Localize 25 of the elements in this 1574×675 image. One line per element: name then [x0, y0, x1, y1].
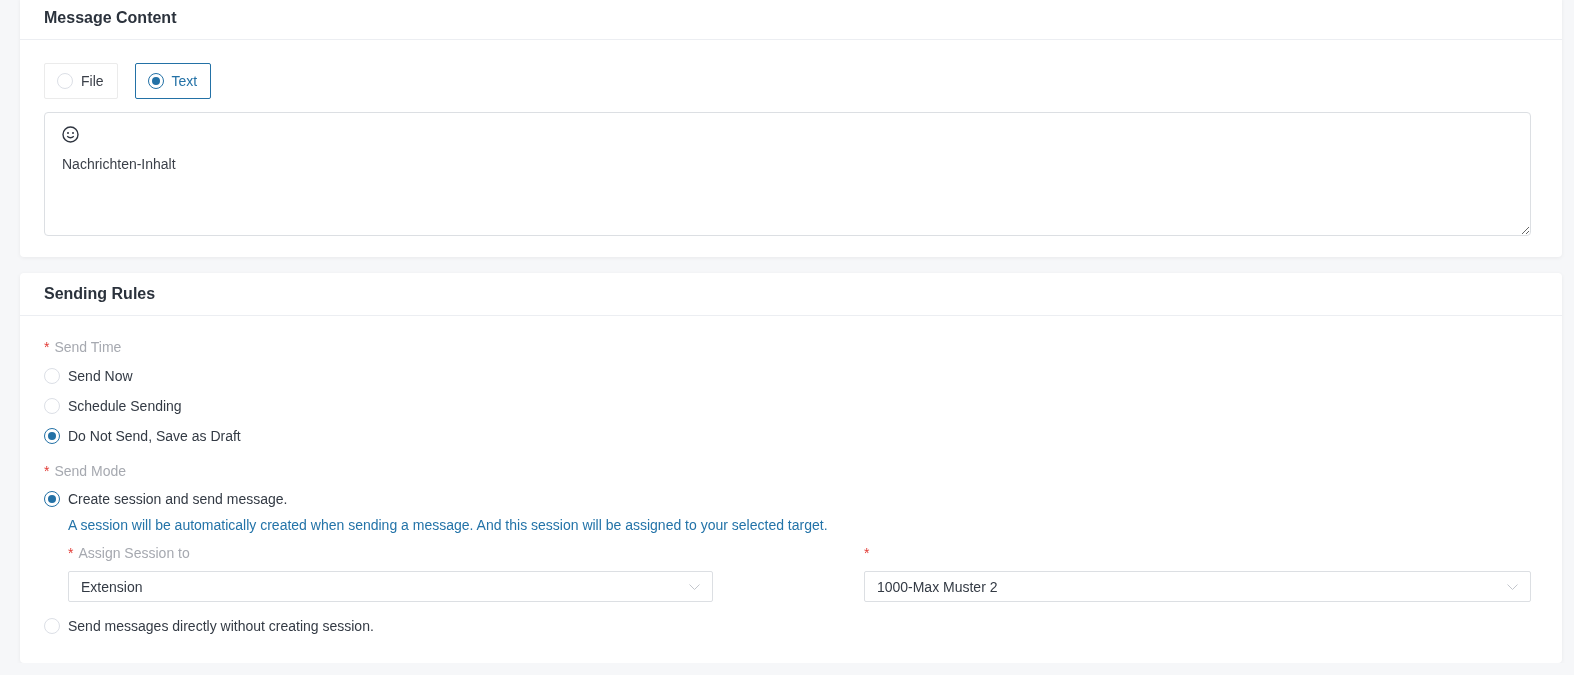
- required-mark: *: [68, 544, 74, 563]
- required-mark: *: [44, 462, 50, 481]
- card-title: Message Content: [44, 9, 177, 27]
- smiley-icon[interactable]: [62, 126, 79, 143]
- select-field[interactable]: Extension: [68, 571, 714, 602]
- radio-circle-icon: [147, 73, 164, 89]
- chevron-down-icon: [1507, 583, 1518, 590]
- content-type-option[interactable]: Text: [134, 63, 212, 99]
- required-mark: *: [863, 544, 870, 563]
- radio-option[interactable]: Do Not Send, Save as Draft: [44, 421, 241, 451]
- hint-text: A session will be automatically created when sending a message. And this session will be assigned to your selected target.: [68, 516, 829, 535]
- field-label: Send Mode: [54, 462, 127, 481]
- radio-option[interactable]: Send messages directly without creating session.: [44, 611, 374, 641]
- radio-option[interactable]: Create session and send message.: [44, 484, 288, 514]
- chevron-down-icon: [689, 583, 701, 590]
- radio-circle-icon: [57, 73, 73, 89]
- required-mark: *: [44, 338, 50, 357]
- field-label: Send Time: [54, 338, 122, 357]
- card-title: Sending Rules: [44, 285, 156, 303]
- radio-option[interactable]: Send Now: [44, 361, 133, 391]
- content-type-option[interactable]: File: [44, 63, 118, 99]
- field-label: Assign Session to: [78, 544, 190, 563]
- message-textarea[interactable]: Nachrichten-Inhalt: [44, 112, 1531, 236]
- radio-option[interactable]: Schedule Sending: [44, 391, 182, 421]
- select-field[interactable]: 1000-Max Muster 2: [863, 571, 1531, 602]
